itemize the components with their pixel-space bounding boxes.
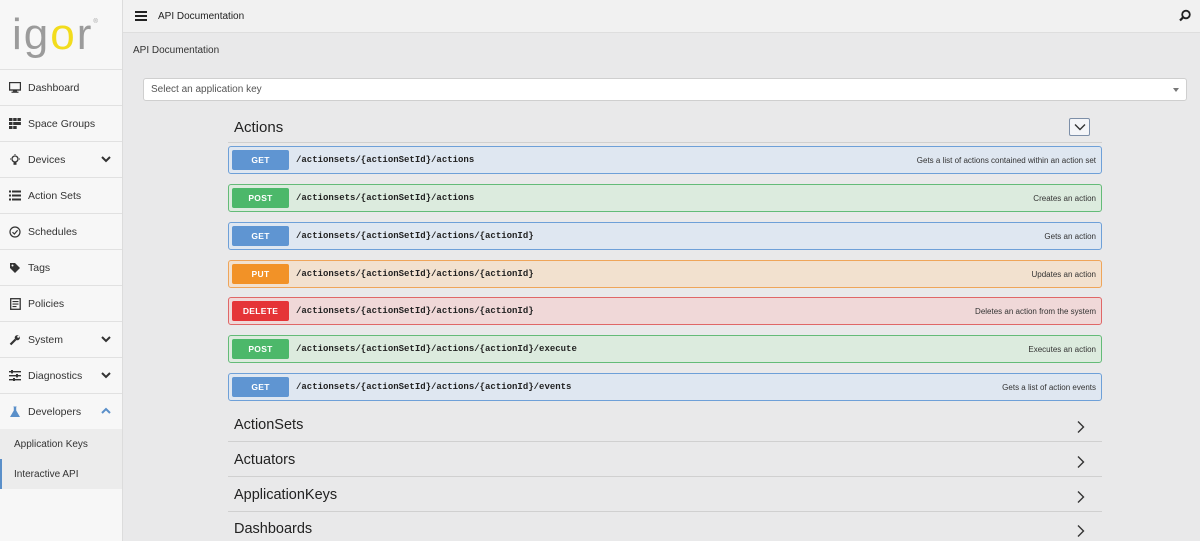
chevron-down-icon xyxy=(1074,124,1085,131)
section-title: ActionSets xyxy=(234,417,304,433)
chevron-down-icon[interactable] xyxy=(100,153,112,165)
method-badge: PUT xyxy=(232,264,289,284)
sidebar: i g o r ® Dashboard Space Groups Devices… xyxy=(0,0,123,541)
operation-row[interactable]: POST /actionsets/{actionSetId}/actions/{… xyxy=(228,335,1102,363)
logo-letter-o: o xyxy=(50,9,77,59)
sidebar-subitem-application-keys[interactable]: Application Keys xyxy=(0,429,122,459)
section-title: ApplicationKeys xyxy=(234,487,338,503)
section-title: Actions xyxy=(234,119,284,136)
list-icon xyxy=(8,189,22,203)
chevron-right-icon xyxy=(1077,456,1085,468)
operation-path: /actionsets/{actionSetId}/actions xyxy=(296,193,475,203)
chevron-down-icon[interactable] xyxy=(100,369,112,381)
operation-description: Updates an action xyxy=(1031,270,1097,279)
sidebar-item-label: System xyxy=(28,333,64,346)
select-placeholder: Select an application key xyxy=(151,84,262,95)
operation-path: /actionsets/{actionSetId}/actions/{actio… xyxy=(296,306,534,316)
operation-row[interactable]: POST /actionsets/{actionSetId}/actions C… xyxy=(228,184,1102,212)
sidebar-item-dashboard[interactable]: Dashboard xyxy=(0,69,122,105)
section-actionsets[interactable]: ActionSets xyxy=(228,411,1102,442)
method-badge: GET xyxy=(232,150,289,170)
lightbulb-icon xyxy=(8,153,22,167)
application-key-select[interactable]: Select an application key xyxy=(143,78,1187,101)
section-dashboards[interactable]: Dashboards xyxy=(228,515,1102,541)
section-title: Actuators xyxy=(234,452,296,468)
hamburger-menu-icon[interactable] xyxy=(135,9,147,23)
igor-logo[interactable]: i g o r ® xyxy=(0,0,122,69)
sidebar-item-label: Developers xyxy=(28,405,82,418)
operation-path: /actionsets/{actionSetId}/actions/{actio… xyxy=(296,269,534,279)
sidebar-subitem-interactive-api[interactable]: Interactive API xyxy=(0,459,122,489)
operation-row[interactable]: PUT /actionsets/{actionSetId}/actions/{a… xyxy=(228,260,1102,288)
sidebar-item-label: Policies xyxy=(28,297,65,310)
chevron-right-icon xyxy=(1077,525,1085,537)
sidebar-item-schedules[interactable]: Schedules xyxy=(0,213,122,249)
sidebar-item-system[interactable]: System xyxy=(0,321,122,357)
sidebar-item-label: Devices xyxy=(28,153,66,166)
operation-row[interactable]: GET /actionsets/{actionSetId}/actions/{a… xyxy=(228,373,1102,401)
operation-row[interactable]: GET /actionsets/{actionSetId}/actions Ge… xyxy=(228,146,1102,174)
method-badge: POST xyxy=(232,339,289,359)
operation-description: Creates an action xyxy=(1033,194,1096,203)
operation-description: Executes an action xyxy=(1028,345,1096,354)
sidebar-item-space-groups[interactable]: Space Groups xyxy=(0,105,122,141)
logo-letter-i: i xyxy=(12,9,24,59)
operation-path: /actionsets/{actionSetId}/actions/{actio… xyxy=(296,231,534,241)
sidebar-item-developers[interactable]: Developers xyxy=(0,393,122,429)
method-badge: GET xyxy=(232,226,289,246)
operation-path: /actionsets/{actionSetId}/actions/{actio… xyxy=(296,382,572,392)
actions-section-header[interactable]: Actions xyxy=(228,112,1102,143)
monitor-icon xyxy=(8,81,22,95)
grid-icon xyxy=(8,117,22,131)
caret-down-icon xyxy=(1173,88,1179,92)
operation-row[interactable]: DELETE /actionsets/{actionSetId}/actions… xyxy=(228,297,1102,325)
sidebar-item-diagnostics[interactable]: Diagnostics xyxy=(0,357,122,393)
sidebar-item-label: Schedules xyxy=(28,225,78,238)
sidebar-item-action-sets[interactable]: Action Sets xyxy=(0,177,122,213)
operation-description: Gets a list of action events xyxy=(1002,383,1096,392)
section-title: Dashboards xyxy=(234,521,313,537)
sliders-icon xyxy=(8,369,22,383)
wrench-icon xyxy=(8,333,22,347)
sidebar-item-tags[interactable]: Tags xyxy=(0,249,122,285)
chevron-down-icon[interactable] xyxy=(100,333,112,345)
logo-registered-mark: ® xyxy=(93,18,98,25)
collapse-section-button[interactable] xyxy=(1069,118,1090,136)
topbar-title: API Documentation xyxy=(158,10,245,22)
operation-row[interactable]: GET /actionsets/{actionSetId}/actions/{a… xyxy=(228,222,1102,250)
operation-path: /actionsets/{actionSetId}/actions/{actio… xyxy=(296,344,577,354)
search-icon[interactable] xyxy=(1178,9,1192,23)
method-badge: DELETE xyxy=(232,301,289,321)
sidebar-item-label: Action Sets xyxy=(28,189,82,202)
method-badge: POST xyxy=(232,188,289,208)
chevron-up-icon[interactable] xyxy=(100,405,112,417)
chevron-right-icon xyxy=(1077,421,1085,433)
operation-description: Gets a list of actions contained within … xyxy=(916,156,1096,165)
chevron-right-icon xyxy=(1077,491,1085,503)
document-icon xyxy=(8,297,22,311)
sidebar-item-devices[interactable]: Devices xyxy=(0,141,122,177)
method-badge: GET xyxy=(232,377,289,397)
top-bar: API Documentation xyxy=(123,0,1200,33)
clock-icon xyxy=(8,225,22,239)
logo-letter-g: g xyxy=(23,9,51,59)
section-applicationkeys[interactable]: ApplicationKeys xyxy=(228,481,1102,512)
sidebar-item-label: Diagnostics xyxy=(28,369,83,382)
operation-description: Gets an action xyxy=(1044,232,1096,241)
tag-icon xyxy=(8,261,22,275)
section-actuators[interactable]: Actuators xyxy=(228,446,1102,477)
page-title: API Documentation xyxy=(133,45,220,56)
sidebar-item-label: Dashboard xyxy=(28,81,80,94)
sidebar-item-label: Tags xyxy=(28,261,51,274)
operation-description: Deletes an action from the system xyxy=(975,307,1096,316)
operation-path: /actionsets/{actionSetId}/actions xyxy=(296,155,475,165)
sidebar-item-policies[interactable]: Policies xyxy=(0,285,122,321)
flask-icon xyxy=(8,405,22,419)
logo-letter-r: r xyxy=(76,9,94,59)
sidebar-item-label: Space Groups xyxy=(28,117,96,130)
